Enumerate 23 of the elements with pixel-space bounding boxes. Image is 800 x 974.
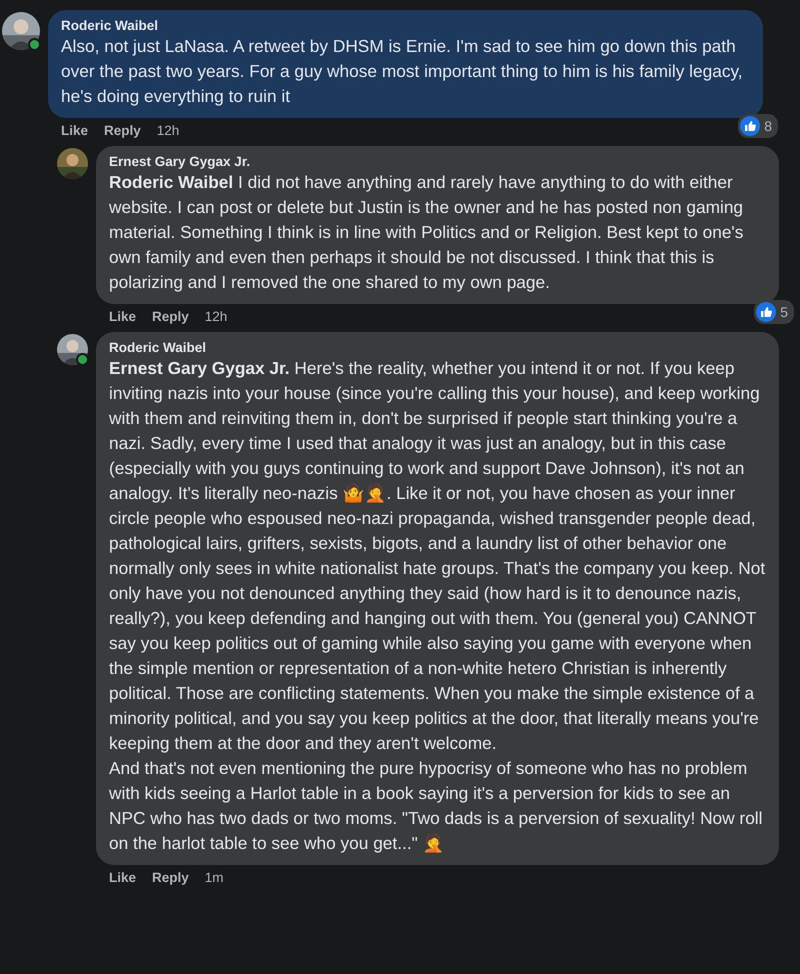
like-link[interactable]: Like [109, 870, 136, 887]
reaction-badge[interactable]: 5 [754, 300, 794, 324]
comment-text: Ernest Gary Gygax Jr. Here's the reality, whether you intend it or not. If you keep inviting nazis into your house (since you're calling this your house), and keep working with them and reinviting them in, don't be surprised if people start thinking you're a nazi. Sadly, every time I used that analogy it was just an analogy, but in this case (especially with you guys continuing to work and support Dave Johnson), it's not an analogy. It's literally neo-nazis 🤷🤦. Like it or not, you have chosen as your inner circle people who espoused neo-nazi propaganda, wished transgender people dead, pathological lairs, grifters, sexists, bigots, and a laundry list of other behavior one normally only sees in white nationalist hate groups. That's the company you keep. Not only have you not denounced anything they said (how hard is it to denounce nazis, really?), you keep defending and hanging out with them. You (general you) CANNOT say you keep politics out of gaming while also saying you game with everyone when the simple mention or representation of a non-white hetero Christian is inherently political. Those are conflicting statements. When you make the simple existence of a minority political, and you say you keep politics at the door, that literally means you're keeping them at the door and they aren't welcome. [109, 357, 766, 755]
reaction-badge[interactable]: 8 [738, 114, 778, 138]
comment-time[interactable]: 12h [204, 309, 228, 326]
thumbs-up-icon [756, 302, 776, 322]
comment-author[interactable]: Roderic Waibel [61, 18, 750, 33]
comment-author[interactable]: Ernest Gary Gygax Jr. [109, 154, 766, 169]
avatar[interactable] [2, 12, 40, 50]
avatar[interactable] [57, 334, 88, 365]
comment-text: Roderic Waibel I did not have anything and rarely have anything to do with either website. I can post or delete but Justin is the owner and he has posted non gaming material. Something I think is in line with Politics and or Religion. Best kept to one's own family and even then perhaps it should be not discussed. I think that this is polarizing and I removed the one shared to my own page. [109, 171, 744, 294]
thumbs-up-icon [740, 116, 760, 136]
reply-link[interactable]: Reply [104, 123, 141, 140]
comment-time[interactable]: 12h [156, 123, 180, 140]
reply-link[interactable]: Reply [152, 309, 189, 326]
comment-text: Also, not just LaNasa. A retweet by DHSM is Ernie. I'm sad to see him go down this path over the past two years. For a guy whose most important thing to him is his family legacy, he's doing everything to ruin it [61, 35, 744, 108]
like-link[interactable]: Like [61, 123, 88, 140]
comment-author[interactable]: Roderic Waibel [109, 340, 766, 355]
comment-text: And that's not even mentioning the pure hypocrisy of someone who has no problem with kids seeing a Harlot table in a book saying it's a perversion for kids to see an NPC who has two dads or two moms. "Two dads is a perversion of sexuality! Now roll on the harlot table to see who you get..." 🤦 [109, 757, 764, 855]
reply-link[interactable]: Reply [152, 870, 189, 887]
like-link[interactable]: Like [109, 309, 136, 326]
avatar[interactable] [57, 148, 88, 179]
comment-time[interactable]: 1m [204, 870, 224, 887]
